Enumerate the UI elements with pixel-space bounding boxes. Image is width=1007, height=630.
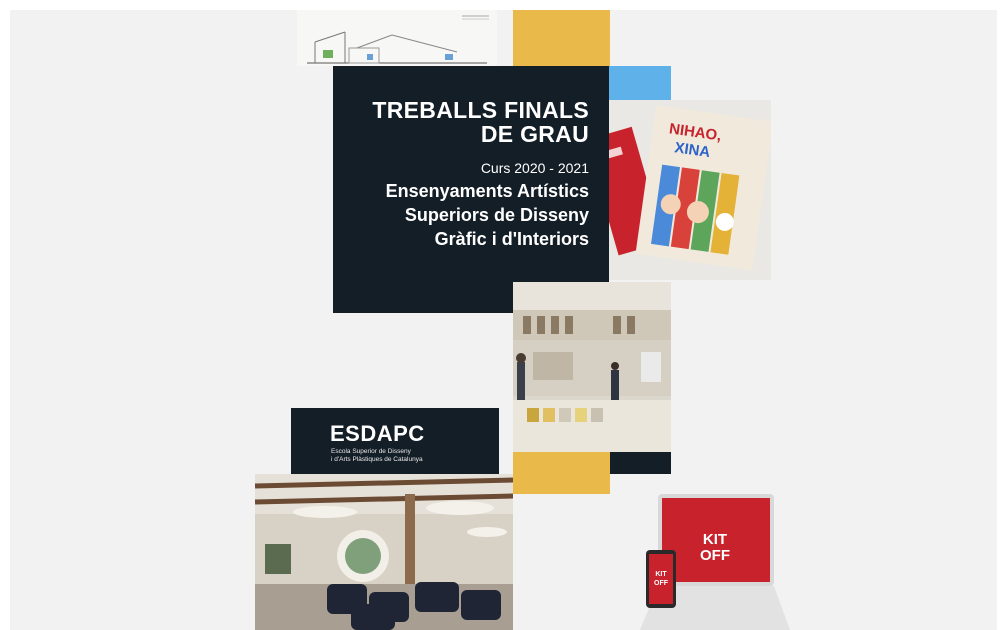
kit-off-devices-photo: KIT OFF KIT OFF	[610, 490, 790, 630]
school-name: Escola Superior de Disseny i d'Arts Plàs…	[331, 448, 423, 464]
subtitle-line-3: Gràfic i d'Interiors	[434, 229, 589, 249]
title-card: TREBALLS FINALS DE GRAU Curs 2020 - 2021…	[333, 66, 609, 313]
laptop-kit-text: KIT	[703, 531, 727, 548]
blue-accent-bar	[609, 66, 671, 100]
phone-kit-text: KIT	[655, 571, 667, 578]
architecture-sketch-image	[297, 10, 497, 66]
school-logo: ESDAPC	[330, 421, 425, 446]
subtitle-line-1: Ensenyaments Artístics	[385, 181, 589, 201]
title-line-1: TREBALLS FINALS	[372, 97, 589, 123]
yellow-accent-bar-top	[513, 10, 610, 66]
poster-canvas: TREBALLS FINALS DE GRAU Curs 2020 - 2021…	[10, 10, 997, 630]
interior-shop-photo	[513, 282, 671, 452]
phone-off-text: OFF	[654, 580, 669, 587]
subtitle-line-2: Superiors de Disseny	[404, 205, 589, 225]
book-photo: NIHAO, XINA	[585, 100, 774, 280]
poster-subtitle: Ensenyaments Artístics Superiors de Diss…	[386, 179, 589, 251]
laptop-off-text: OFF	[700, 547, 730, 564]
yellow-accent-bar-bottom	[513, 452, 610, 494]
poster-title: TREBALLS FINALS DE GRAU	[372, 98, 589, 146]
school-name-line-1: Escola Superior de Disseny	[331, 448, 411, 455]
school-logo-block: ESDAPC Escola Superior de Disseny i d'Ar…	[291, 408, 499, 480]
title-line-2: DE GRAU	[480, 121, 589, 147]
interior-room-rendering	[254, 474, 514, 630]
school-name-line-2: i d'Arts Plàstiques de Catalunya	[331, 456, 423, 463]
course-year: Curs 2020 - 2021	[480, 160, 589, 176]
